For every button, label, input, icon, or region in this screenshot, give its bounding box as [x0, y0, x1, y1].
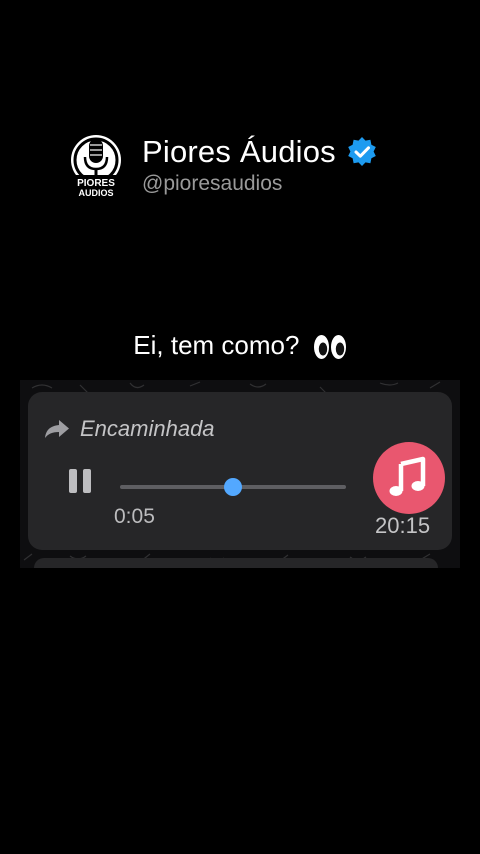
forwarded-label: Encaminhada — [80, 416, 215, 441]
audio-progress-knob[interactable] — [224, 478, 242, 496]
next-message-bubble — [34, 558, 438, 568]
voice-message-screenshot: Encaminhada 0:05 20:15 — [20, 380, 460, 568]
audio-progress-track[interactable] — [120, 478, 346, 496]
caption: Ei, tem como? — [0, 330, 480, 361]
eyes-emoji-icon — [313, 334, 347, 360]
caption-text: Ei, tem como? — [133, 330, 300, 360]
logo-text-bottom: AUDIOS — [78, 188, 113, 198]
pause-icon[interactable] — [66, 467, 94, 495]
forward-arrow-icon — [45, 420, 69, 438]
verified-badge-icon — [348, 137, 376, 166]
elapsed-time: 0:05 — [114, 505, 155, 528]
channel-logo: PIORES AUDIOS — [68, 135, 124, 198]
music-note-icon — [389, 456, 426, 496]
channel-handle: @pioresaudios — [142, 172, 283, 195]
channel-name-row: Piores Áudios — [142, 134, 378, 170]
audio-duration: 20:15 — [375, 513, 431, 538]
channel-name: Piores Áudios — [142, 134, 336, 169]
channel-header: PIORES AUDIOS Piores Áudios @pioresaudio… — [68, 130, 468, 200]
voice-message-bubble: Encaminhada 0:05 20:15 — [28, 392, 452, 550]
sender-avatar — [373, 442, 445, 514]
forwarded-indicator: Encaminhada — [44, 416, 215, 442]
